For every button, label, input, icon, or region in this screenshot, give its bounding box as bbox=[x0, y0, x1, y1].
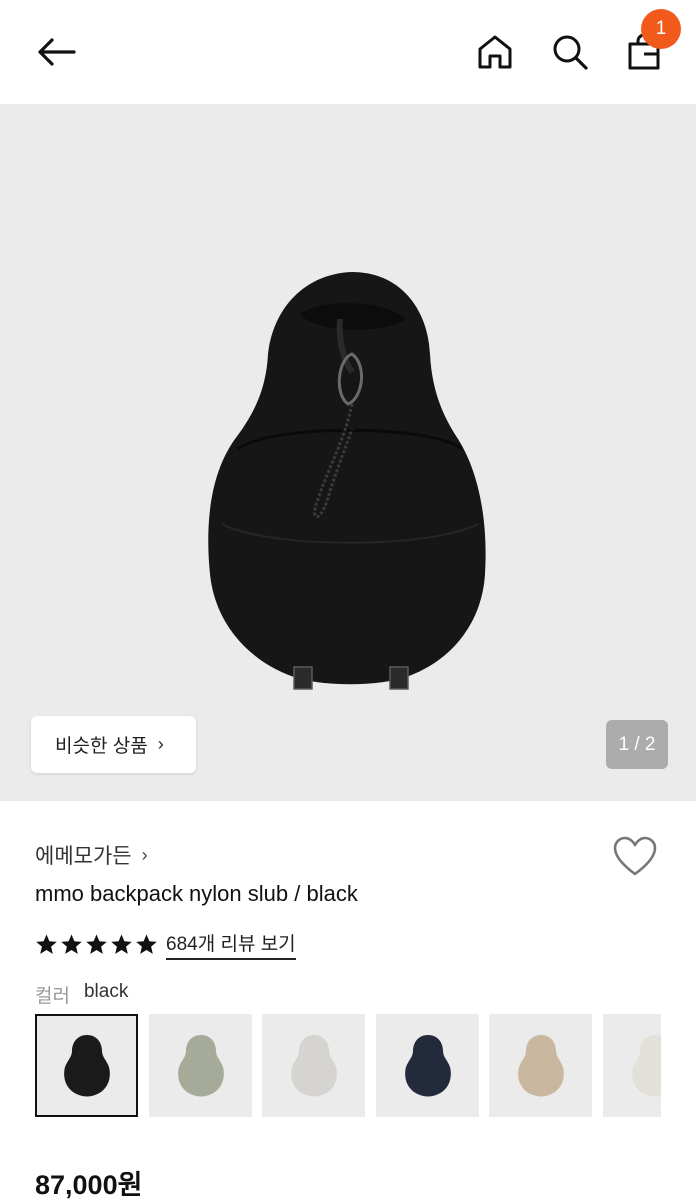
product-title: mmo backpack nylon slub / black bbox=[35, 881, 358, 906]
heart-icon[interactable] bbox=[612, 835, 658, 879]
swatch-backpack-thumbnail bbox=[177, 1034, 224, 1096]
product-image-carousel[interactable]: 비슷한 상품 › 1 / 2 bbox=[0, 104, 696, 801]
star-icon bbox=[36, 934, 57, 954]
swatch-backpack-thumbnail bbox=[517, 1034, 564, 1096]
color-swatch-list bbox=[35, 1014, 661, 1117]
star-icon bbox=[111, 934, 132, 954]
star-icon bbox=[136, 934, 157, 954]
brand-link[interactable]: 에메모가든 › bbox=[35, 840, 148, 870]
swatch-backpack-thumbnail bbox=[631, 1034, 661, 1096]
brand-name: 에메모가든 bbox=[35, 845, 132, 868]
cart-count-badge: 1 bbox=[641, 9, 681, 49]
swatch-backpack-thumbnail bbox=[290, 1034, 337, 1096]
color-label: 컬러 bbox=[35, 986, 70, 1007]
back-button[interactable] bbox=[28, 24, 84, 80]
color-value: black bbox=[83, 981, 129, 1002]
color-swatch[interactable] bbox=[149, 1014, 252, 1117]
home-icon bbox=[478, 35, 512, 69]
swatch-backpack-thumbnail bbox=[63, 1034, 110, 1096]
top-nav-bar: 1 bbox=[0, 0, 696, 104]
search-button[interactable] bbox=[542, 24, 598, 80]
color-swatch[interactable] bbox=[376, 1014, 479, 1117]
similar-products-label: 비슷한 상품 bbox=[55, 736, 148, 757]
search-icon bbox=[553, 35, 588, 70]
color-swatch[interactable] bbox=[603, 1014, 661, 1117]
chevron-right-icon: › bbox=[141, 844, 148, 865]
star-icon bbox=[61, 934, 82, 954]
rating-stars bbox=[35, 933, 158, 956]
color-swatch[interactable] bbox=[262, 1014, 365, 1117]
product-price: 87,000원 bbox=[35, 1170, 143, 1200]
color-swatch[interactable] bbox=[35, 1014, 138, 1117]
similar-products-button[interactable]: 비슷한 상품 › bbox=[31, 716, 196, 773]
review-link[interactable]: 684개 리뷰 보기 bbox=[166, 929, 296, 960]
star-icon bbox=[86, 934, 107, 954]
home-button[interactable] bbox=[467, 24, 523, 80]
rating-row: 684개 리뷰 보기 bbox=[35, 929, 296, 960]
swatch-backpack-thumbnail bbox=[404, 1034, 451, 1096]
image-pager-indicator: 1 / 2 bbox=[606, 720, 668, 769]
product-image-backpack bbox=[208, 272, 486, 690]
color-swatch[interactable] bbox=[489, 1014, 592, 1117]
color-row: 컬러 black bbox=[35, 981, 128, 1008]
arrow-left-icon bbox=[38, 38, 76, 66]
chevron-right-icon: › bbox=[157, 734, 164, 754]
